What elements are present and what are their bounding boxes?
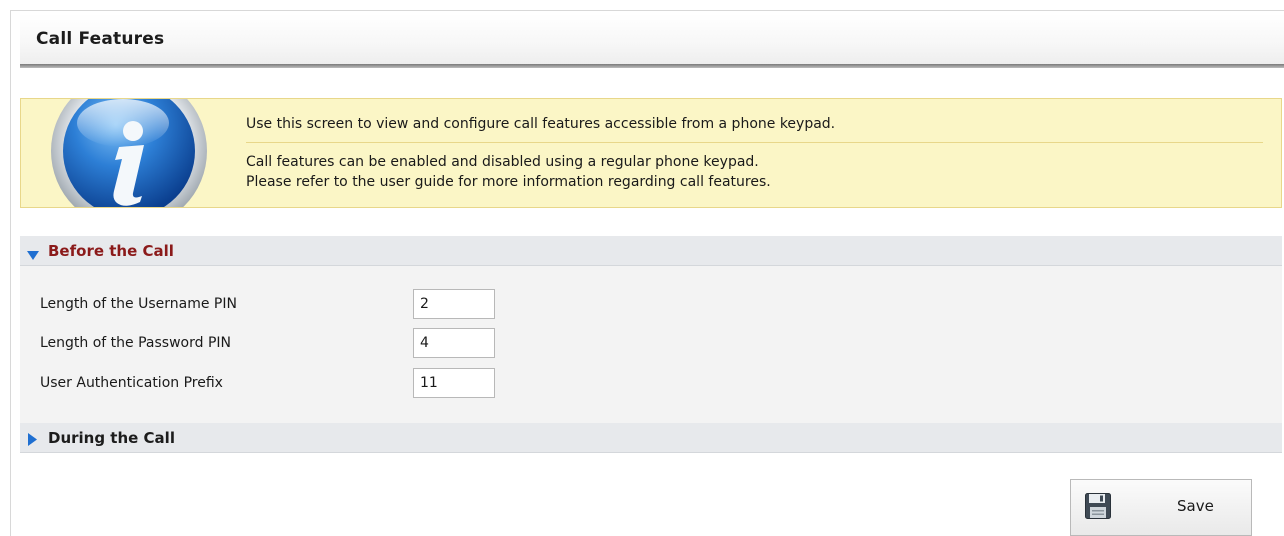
info-text-detail-2: Please refer to the user guide for more … (246, 174, 771, 190)
info-panel: Use this screen to view and configure ca… (20, 98, 1282, 208)
auth-prefix-input[interactable] (413, 368, 495, 398)
password-pin-length-input[interactable] (413, 328, 495, 358)
save-button[interactable]: Save (1070, 479, 1252, 536)
info-divider (246, 142, 1263, 143)
save-button-label: Save (1177, 497, 1214, 515)
info-text-detail-1: Call features can be enabled and disable… (246, 154, 759, 170)
triangle-right-icon (28, 431, 38, 450)
page-title: Call Features (36, 29, 165, 49)
section-header-during-the-call[interactable]: During the Call (20, 423, 1282, 453)
info-icon (49, 99, 209, 207)
section-label-before-the-call: Before the Call (48, 242, 174, 260)
info-text-intro: Use this screen to view and configure ca… (246, 116, 836, 132)
username-pin-length-label: Length of the Username PIN (40, 296, 237, 312)
title-bar: Call Features (20, 14, 1284, 68)
username-pin-length-input[interactable] (413, 289, 495, 319)
section-body-before-the-call: Length of the Username PIN Length of the… (20, 266, 1282, 423)
password-pin-length-label: Length of the Password PIN (40, 335, 231, 351)
section-header-before-the-call[interactable]: Before the Call (20, 236, 1282, 266)
section-label-during-the-call: During the Call (48, 429, 175, 447)
auth-prefix-label: User Authentication Prefix (40, 375, 223, 391)
floppy-disk-icon (1085, 493, 1111, 523)
triangle-down-icon (27, 246, 39, 265)
